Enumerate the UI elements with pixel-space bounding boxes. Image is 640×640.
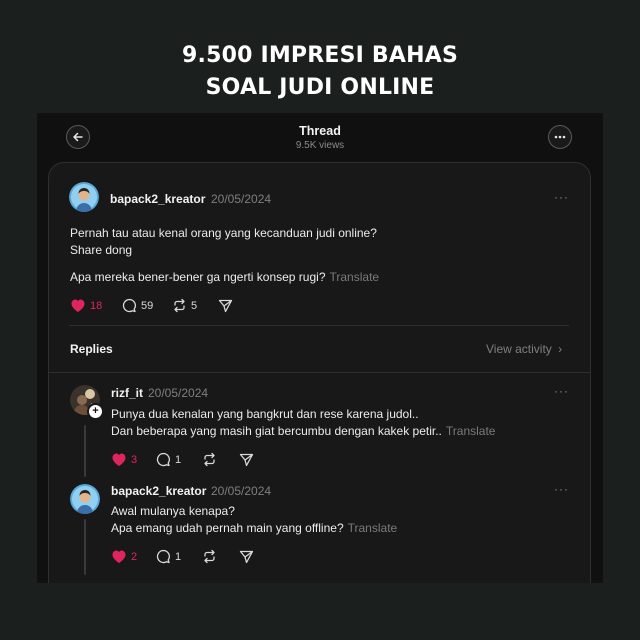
reply-date: 20/05/2024 xyxy=(148,386,209,400)
like-count: 3 xyxy=(131,453,138,466)
post-text-line-3: Apa mereka bener-bener ga ngerti konsep … xyxy=(70,269,379,286)
reply-date: 20/05/2024 xyxy=(211,484,272,498)
send-icon xyxy=(218,299,233,313)
comment-count: 1 xyxy=(175,453,182,466)
post-username[interactable]: bapack2_kreator xyxy=(110,192,205,206)
reply-actions: 2 1 xyxy=(111,549,311,569)
post-text-line-1: Pernah tau atau kenal orang yang kecandu… xyxy=(70,226,377,240)
repost-icon xyxy=(204,452,215,467)
reply-text: Apa emang udah pernah main yang offline? xyxy=(111,521,344,535)
avatar[interactable] xyxy=(70,484,100,514)
reply-text-line-1: Awal mulanya kenapa? xyxy=(111,504,235,518)
heart-filled-icon xyxy=(112,453,126,466)
follow-button[interactable]: + xyxy=(87,403,104,420)
reply-text-line-2: Dan beberapa yang masih giat bercumbu de… xyxy=(111,423,495,440)
headline: 9.500 IMPRESI BAHAS SOAL JUDI ONLINE xyxy=(0,40,640,104)
thread-views: 9.5K views xyxy=(295,140,345,151)
comment-icon xyxy=(156,452,170,467)
avatar-image xyxy=(70,484,100,514)
heart-filled-icon xyxy=(112,550,126,563)
like-button[interactable]: 2 xyxy=(111,549,137,564)
post-actions: 18 59 5 xyxy=(70,298,270,318)
thread-line xyxy=(84,425,86,477)
translate-link[interactable]: Translate xyxy=(348,521,398,535)
thread-line xyxy=(84,519,86,575)
repost-icon xyxy=(204,549,215,564)
avatar[interactable] xyxy=(69,182,99,212)
comment-count: 59 xyxy=(141,299,154,312)
reply-text-line-1: Punya dua kenalan yang bangkrut dan rese… xyxy=(111,407,419,421)
more-horizontal-icon xyxy=(554,135,566,139)
divider xyxy=(49,372,590,373)
comment-icon xyxy=(156,549,170,564)
comment-icon xyxy=(122,298,136,313)
share-button[interactable] xyxy=(239,452,254,467)
repost-button[interactable]: 5 xyxy=(172,298,197,313)
send-icon xyxy=(239,550,254,564)
comment-button[interactable]: 1 xyxy=(156,452,181,467)
headline-line-2: SOAL JUDI ONLINE xyxy=(205,75,435,100)
share-button[interactable] xyxy=(239,549,254,564)
post-text-line-2: Share dong xyxy=(70,243,133,257)
reply-text: Dan beberapa yang masih giat bercumbu de… xyxy=(111,424,442,438)
comment-count: 1 xyxy=(175,550,182,563)
replies-label: Replies xyxy=(70,342,113,356)
headline-line-1: 9.500 IMPRESI BAHAS xyxy=(182,43,458,68)
translate-link[interactable]: Translate xyxy=(330,270,380,284)
comment-button[interactable]: 1 xyxy=(156,549,181,564)
more-options-button[interactable] xyxy=(548,125,572,149)
translate-link[interactable]: Translate xyxy=(446,424,496,438)
repost-button[interactable] xyxy=(202,452,217,467)
post-more-icon[interactable]: ··· xyxy=(554,190,569,204)
like-count: 2 xyxy=(131,550,138,563)
view-activity-label: View activity xyxy=(486,342,552,356)
share-button[interactable] xyxy=(218,298,233,313)
avatar-image xyxy=(69,182,99,212)
comment-button[interactable]: 59 xyxy=(122,298,153,313)
reply-username[interactable]: rizf_it xyxy=(111,386,143,400)
post-date: 20/05/2024 xyxy=(211,192,272,206)
divider xyxy=(69,325,569,326)
reply-username[interactable]: bapack2_kreator xyxy=(111,484,206,498)
reply-text-line-2: Apa emang udah pernah main yang offline?… xyxy=(111,520,397,537)
thread-card: bapack2_kreator 20/05/2024 ··· Pernah ta… xyxy=(48,162,591,583)
repost-button[interactable] xyxy=(202,549,217,564)
heart-filled-icon xyxy=(71,299,85,312)
like-button[interactable]: 18 xyxy=(70,298,102,313)
chevron-right-icon: › xyxy=(558,342,563,356)
top-bar: Thread 9.5K views xyxy=(37,113,603,161)
repost-count: 5 xyxy=(191,299,198,312)
reply-more-icon[interactable]: ··· xyxy=(554,384,569,398)
reply-actions: 3 1 xyxy=(111,452,311,472)
view-activity-link[interactable]: View activity › xyxy=(486,342,562,356)
like-button[interactable]: 3 xyxy=(111,452,137,467)
post-text: Apa mereka bener-bener ga ngerti konsep … xyxy=(70,270,326,284)
repost-icon xyxy=(174,298,185,313)
thread-title: Thread xyxy=(299,124,341,138)
reply-more-icon[interactable]: ··· xyxy=(554,482,569,496)
send-icon xyxy=(239,453,254,467)
like-count: 18 xyxy=(90,299,103,312)
threads-screen: Thread 9.5K views bapack2_kreator 20/05/… xyxy=(37,113,603,583)
